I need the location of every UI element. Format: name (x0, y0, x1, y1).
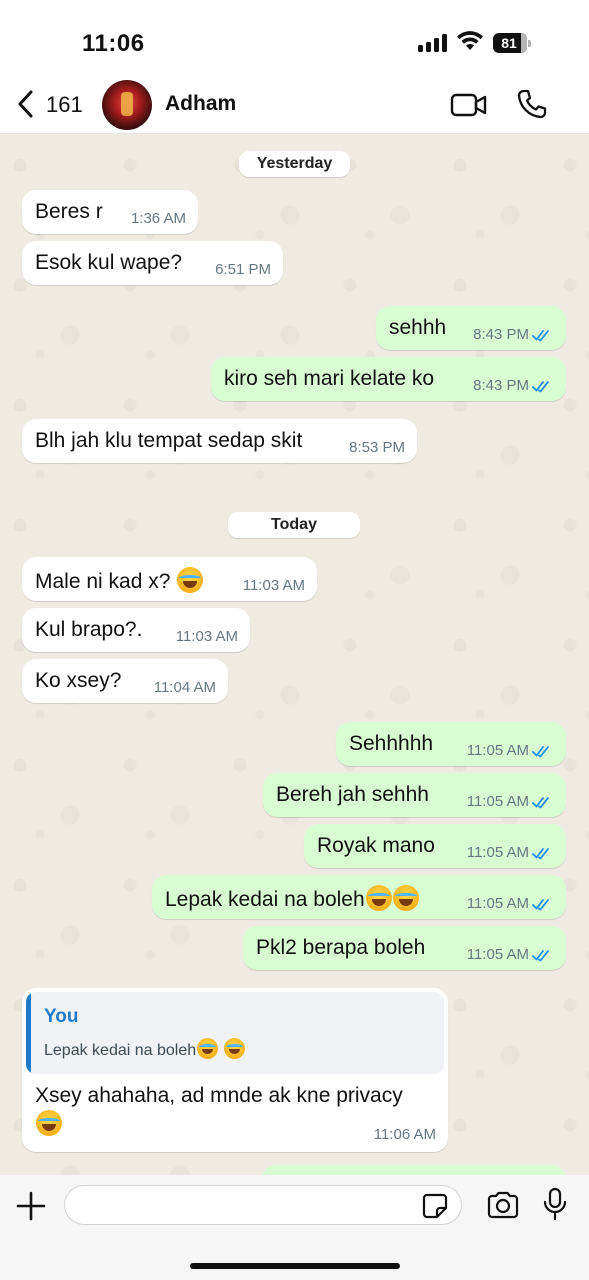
message-text: Male ni kad x? (35, 567, 204, 594)
message-time: 11:05 AM (467, 742, 554, 759)
status-time: 11:06 (82, 30, 145, 57)
joy-emoji-icon (177, 567, 204, 593)
message-time: 1:36 AM (130, 210, 186, 227)
message-time: 11:06 AM (373, 1126, 436, 1143)
home-indicator (190, 1263, 400, 1269)
message-time: 6:51 PM (215, 261, 271, 278)
read-ticks-icon (532, 745, 549, 757)
message-text: Blh jah klu tempat sedap skit (35, 429, 303, 452)
quoted-text: Lepak kedai na boleh (44, 1038, 245, 1060)
video-call-icon[interactable] (450, 92, 488, 118)
message-time: 8:43 PM (473, 377, 554, 394)
message-time: 11:05 AM (467, 946, 554, 963)
wifi-icon (457, 31, 483, 50)
message-text: Royak mano (317, 834, 435, 857)
camera-icon[interactable] (486, 1191, 520, 1219)
message-time: 11:05 AM (467, 793, 554, 810)
read-ticks-icon (532, 380, 549, 392)
message-text: Esok kul wape? (35, 251, 183, 274)
read-ticks-icon (532, 329, 549, 341)
read-ticks-icon (532, 949, 549, 961)
message-bubble[interactable]: Pkl2 berapa boleh 11:05 AM (243, 926, 566, 970)
chat-messages-area[interactable]: Yesterday Beres r 1:36 AM Esok kul wape?… (0, 135, 589, 1175)
contact-name[interactable]: Adham (165, 92, 236, 116)
plus-icon[interactable] (16, 1191, 46, 1221)
message-bubble[interactable]: kiro seh mari kelate ko 8:43 PM (211, 357, 566, 401)
contact-avatar[interactable] (102, 80, 152, 130)
message-time: 11:04 AM (153, 679, 216, 696)
message-bubble[interactable]: Bereh jah sehhh 11:05 AM (263, 773, 566, 817)
status-bar: 11:06 81 (0, 0, 589, 78)
composer-bar (0, 1175, 589, 1280)
message-bubble[interactable]: Lepak kedai na boleh 11:05 AM (152, 875, 566, 919)
quoted-author: You (44, 1006, 79, 1027)
message-time: 11:03 AM (175, 628, 238, 645)
cellular-signal-icon (418, 34, 448, 52)
battery-icon: 81 (493, 33, 531, 53)
message-text: Ko xsey? (35, 669, 122, 692)
quoted-message[interactable]: You Lepak kedai na boleh (26, 992, 444, 1074)
chat-header: 161 Adham (0, 78, 589, 134)
message-bubble[interactable]: Beres r 1:36 AM (22, 190, 198, 234)
message-text: Kul brapo?. (35, 618, 143, 641)
phone-call-icon[interactable] (516, 88, 548, 120)
reply-message-bubble[interactable]: You Lepak kedai na boleh Xsey ahahaha, a… (22, 988, 448, 1152)
joy-emoji-icon (392, 885, 419, 911)
message-bubble[interactable]: Blh jah klu tempat sedap skit 8:53 PM (22, 419, 417, 463)
message-text: kiro seh mari kelate ko (224, 367, 435, 390)
microphone-icon[interactable] (543, 1187, 567, 1221)
joy-emoji-icon (197, 1038, 219, 1059)
message-bubble[interactable]: Royak mano 11:05 AM (304, 824, 566, 868)
message-text: Pkl2 berapa boleh (256, 936, 426, 959)
message-time: 11:05 AM (467, 895, 554, 912)
message-bubble[interactable] (262, 1165, 566, 1175)
message-bubble[interactable]: Kul brapo?. 11:03 AM (22, 608, 250, 652)
message-time: 11:05 AM (467, 844, 554, 861)
message-text: sehhh (389, 316, 447, 339)
battery-level: 81 (501, 35, 517, 51)
date-chip-today: Today (228, 512, 360, 538)
joy-emoji-icon (223, 1038, 245, 1059)
message-bubble[interactable]: Ko xsey? 11:04 AM (22, 659, 228, 703)
message-time: 11:03 AM (242, 577, 305, 594)
quote-accent-bar (26, 992, 31, 1074)
message-bubble[interactable]: Esok kul wape? 6:51 PM (22, 241, 283, 285)
message-bubble[interactable]: Male ni kad x? 11:03 AM (22, 557, 317, 601)
joy-emoji-icon (36, 1110, 62, 1136)
back-chevron-icon[interactable] (14, 88, 38, 120)
message-bubble[interactable]: sehhh 8:43 PM (376, 306, 566, 350)
read-ticks-icon (532, 898, 549, 910)
message-time: 8:43 PM (473, 326, 554, 343)
sticker-icon[interactable] (422, 1193, 448, 1219)
joy-emoji-icon (365, 885, 392, 911)
message-input[interactable] (64, 1185, 462, 1225)
date-chip-yesterday: Yesterday (239, 151, 350, 177)
read-ticks-icon (532, 847, 549, 859)
message-text: Beres r (35, 200, 103, 223)
message-time: 8:53 PM (349, 439, 405, 456)
back-unread-count[interactable]: 161 (46, 92, 83, 118)
message-bubble[interactable]: Sehhhhh 11:05 AM (336, 722, 566, 766)
read-ticks-icon (532, 796, 549, 808)
message-text: Lepak kedai na boleh (165, 885, 419, 912)
message-text: Bereh jah sehhh (276, 783, 429, 806)
message-text: Sehhhhh (349, 732, 434, 755)
